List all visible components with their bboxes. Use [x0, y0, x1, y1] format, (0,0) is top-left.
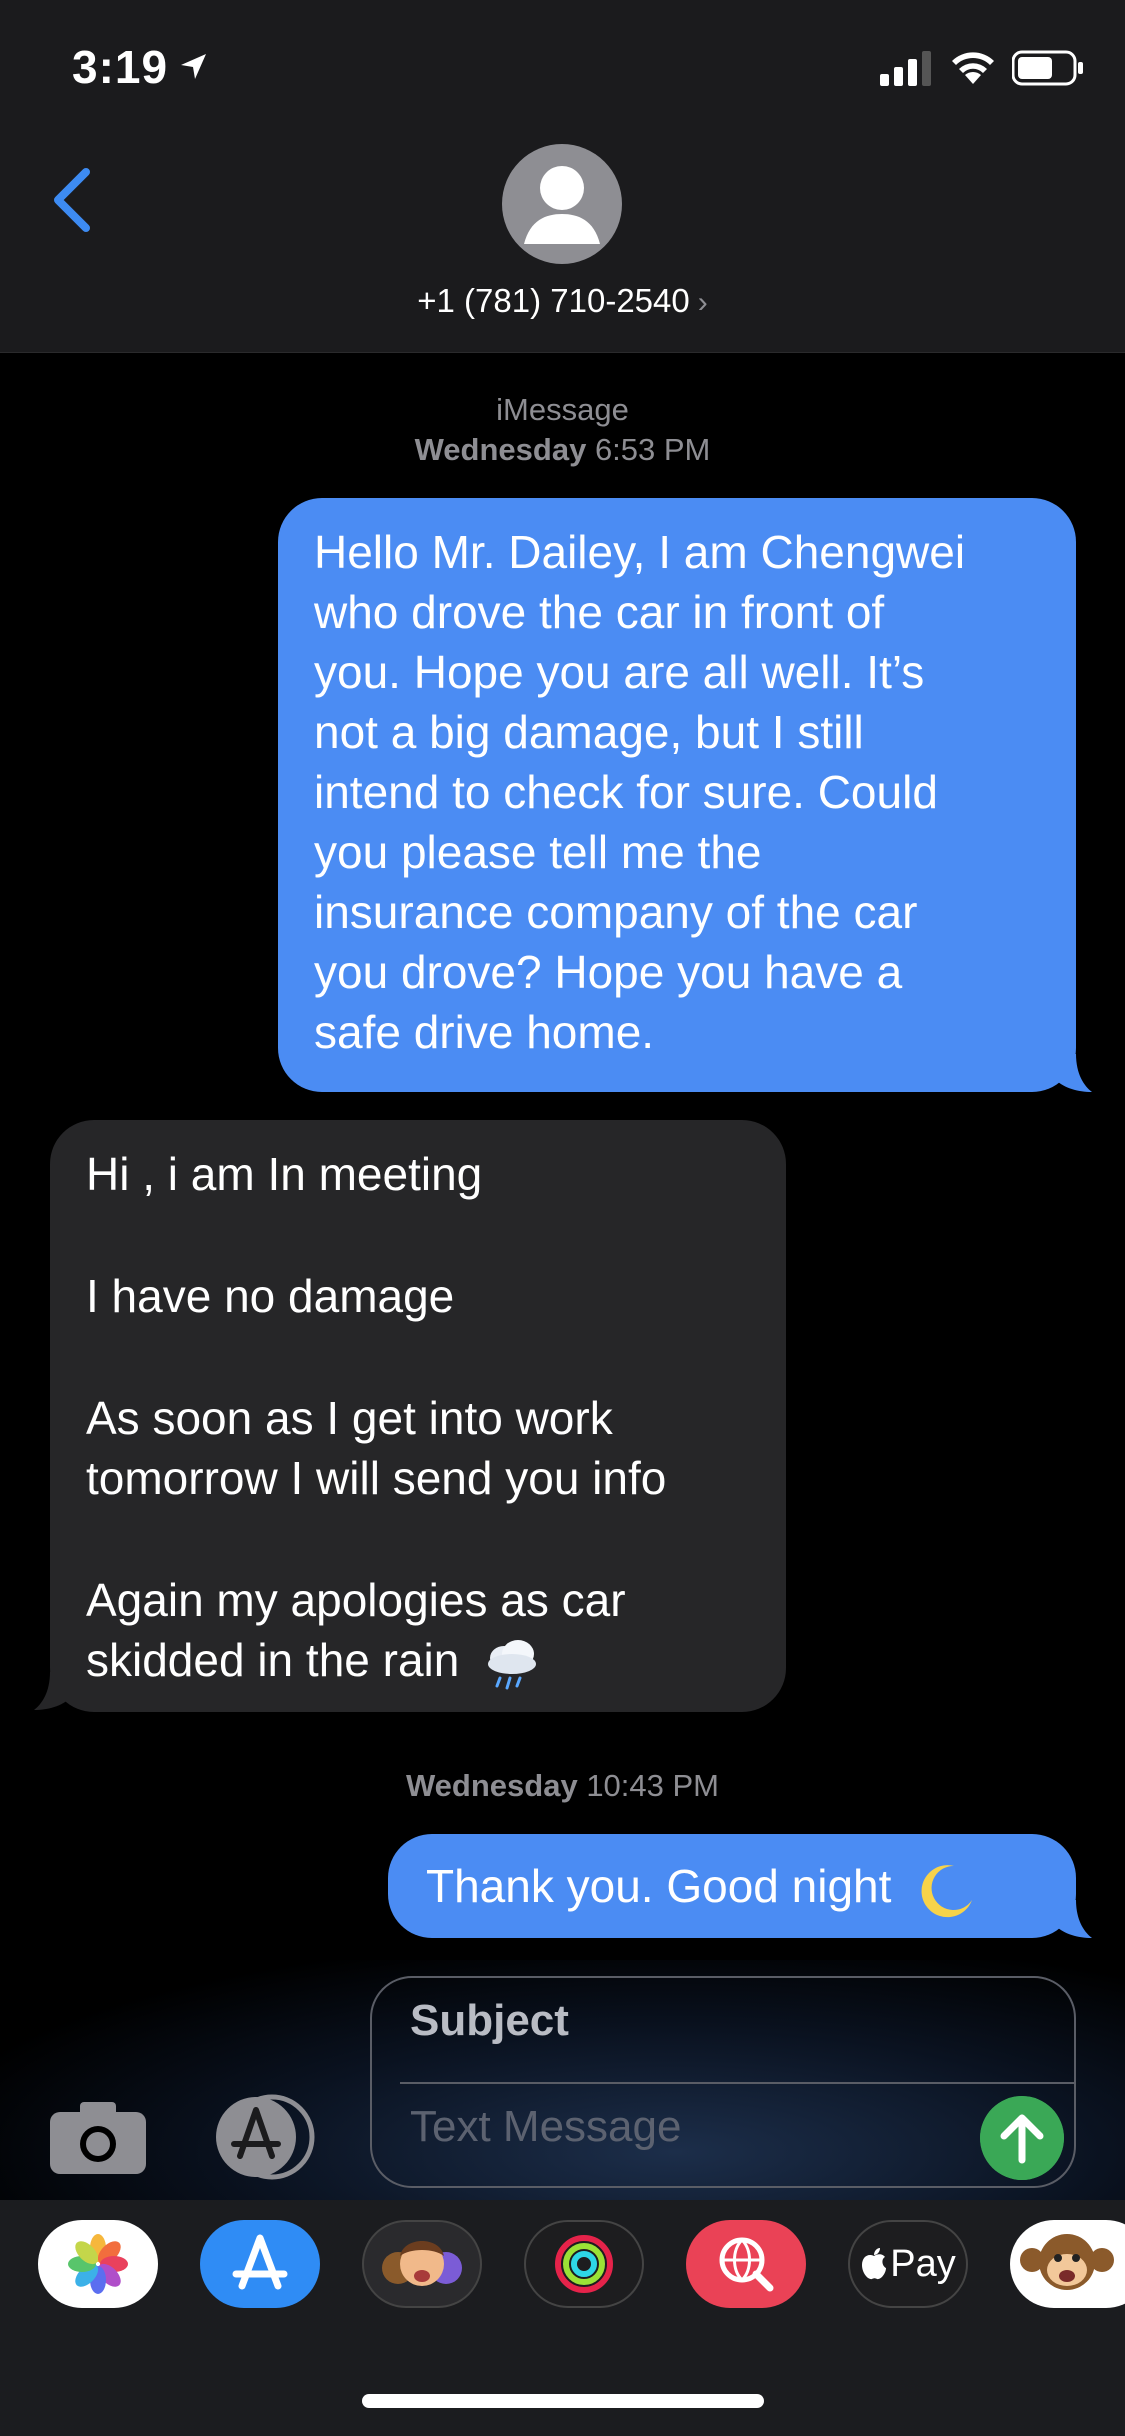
message-line: As soon as I get into work: [86, 1392, 613, 1444]
camera-button[interactable]: [50, 2100, 146, 2174]
app-store-button[interactable]: [208, 2094, 318, 2180]
message-line: tomorrow I will send you info: [86, 1452, 667, 1504]
activity-app-button[interactable]: [524, 2220, 644, 2308]
activity-rings-icon: [555, 2235, 613, 2293]
rain-cloud-icon: [488, 1639, 537, 1690]
bubble-tail: [1056, 1900, 1092, 1938]
service-label: iMessage: [496, 392, 629, 427]
incoming-message-1[interactable]: Hi , i am In meeting I have no damage As…: [50, 1120, 786, 1712]
message-line: not a big damage, but I still: [314, 706, 864, 758]
message-line: [86, 1326, 750, 1388]
photos-app-button[interactable]: [38, 2220, 158, 2308]
person-silhouette-icon: [524, 166, 600, 244]
timestamp-day: Wednesday: [414, 432, 587, 467]
apple-pay-app-button[interactable]: Pay: [848, 2220, 968, 2308]
timestamp-2: Wednesday 10:43 PM: [0, 1768, 1125, 1804]
message-line: I have no damage: [86, 1270, 455, 1322]
timestamp-1: Wednesday 6:53 PM: [0, 432, 1125, 468]
image-search-app-button[interactable]: [686, 2220, 806, 2308]
compose-divider: [400, 2082, 1074, 2084]
photos-icon: [68, 2234, 128, 2294]
message-line: you please tell me the: [314, 826, 762, 878]
contact-number: +1 (781) 710-2540: [417, 282, 690, 319]
back-button[interactable]: [44, 160, 104, 240]
message-line: intend to check for sure. Could: [314, 766, 938, 818]
message-line: [86, 1508, 750, 1570]
app-store-app-button[interactable]: [200, 2220, 320, 2308]
outgoing-message-2[interactable]: Thank you. Good night: [388, 1834, 1076, 1938]
app-store-icon: [232, 2234, 288, 2290]
send-button[interactable]: [980, 2096, 1064, 2180]
timestamp-day: Wednesday: [405, 1768, 578, 1803]
outgoing-message-1[interactable]: Hello Mr. Dailey, I am Chengwei who drov…: [278, 498, 1076, 1092]
timestamp-time: 6:53 PM: [594, 432, 711, 467]
battery-icon: [1012, 50, 1083, 86]
crescent-moon-icon: [921, 1865, 973, 1918]
message-line: Again my apologies as car: [86, 1574, 626, 1626]
location-arrow-icon: [181, 54, 206, 79]
message-line: safe drive home.: [314, 1006, 655, 1058]
apple-logo-icon: [862, 2248, 887, 2280]
compose-area: Subject Text Message: [0, 1960, 1125, 2200]
message-line-with-emoji: skidded in the rain: [86, 1630, 750, 1692]
message-text: Thank you. Good night: [426, 1860, 892, 1912]
bubble-tail: [34, 1672, 70, 1710]
subject-field[interactable]: Subject: [410, 1996, 569, 2046]
message-line: you drove? Hope you have a: [314, 946, 903, 998]
message-line: who drove the car in front of: [314, 586, 885, 638]
message-line: Hello Mr. Dailey, I am Chengwei: [314, 526, 966, 578]
message-line: Hi , i am In meeting: [86, 1148, 483, 1200]
message-line: insurance company of the car: [314, 886, 918, 938]
status-time: 3:19: [72, 41, 169, 93]
text-message-input[interactable]: Text Message: [410, 2102, 681, 2152]
memoji-app-button[interactable]: [362, 2220, 482, 2308]
bubble-tail: [1056, 1054, 1092, 1092]
globe-search-icon: [719, 2237, 774, 2292]
conversation-header: +1 (781) 710-2540 ›: [0, 140, 1125, 353]
animoji-app-button[interactable]: [1010, 2220, 1125, 2308]
memoji-icon: [382, 2241, 462, 2286]
contact-avatar[interactable]: [502, 144, 622, 264]
apple-pay-label: Pay: [890, 2242, 956, 2285]
timestamp-time: 10:43 PM: [586, 1768, 720, 1803]
message-line: you. Hope you are all well. It’s: [314, 646, 925, 698]
message-line: skidded in the rain: [86, 1634, 460, 1686]
wifi-icon: [952, 52, 994, 84]
apple-pay-content: Pay: [850, 2222, 966, 2306]
chevron-right-icon: ›: [697, 286, 708, 319]
cellular-signal-icon: [880, 51, 931, 86]
compose-box[interactable]: Subject Text Message: [370, 1976, 1076, 2188]
contact-name-row[interactable]: +1 (781) 710-2540 ›: [0, 282, 1125, 320]
monkey-animoji-icon: [1020, 2234, 1114, 2290]
message-line: [86, 1204, 750, 1266]
home-indicator[interactable]: [362, 2394, 764, 2408]
status-bar: 3:19: [0, 0, 1125, 140]
